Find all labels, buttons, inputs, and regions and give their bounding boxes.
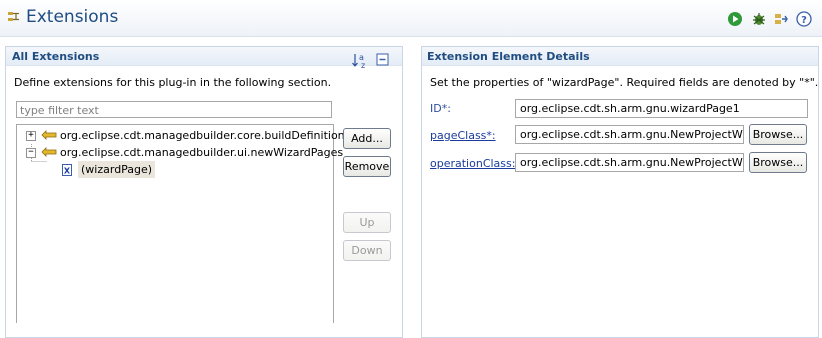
extensions-tree[interactable]: + org.eclipse.cdt.managedbuilder.core.bu… xyxy=(16,124,350,323)
id-label: ID*: xyxy=(430,102,451,115)
left-description: Define extensions for this plug-in in th… xyxy=(14,76,332,89)
run-icon[interactable] xyxy=(727,11,743,27)
filter-input[interactable]: type filter text xyxy=(16,101,332,118)
tree-item-label: org.eclipse.cdt.managedbuilder.ui.newWiz… xyxy=(60,146,344,159)
debug-icon[interactable] xyxy=(751,11,767,27)
element-details-title: Extension Element Details xyxy=(427,50,590,63)
page-class-link[interactable]: pageClass*: xyxy=(430,129,496,142)
tree-item-wizard-page[interactable]: X (wizardPage) xyxy=(17,161,333,178)
remove-button[interactable]: Remove xyxy=(343,156,391,177)
xml-element-icon: X xyxy=(62,164,72,176)
down-button[interactable]: Down xyxy=(343,240,391,261)
editor-header: Extensions ? xyxy=(0,0,822,37)
collapse-all-icon[interactable] xyxy=(376,53,390,67)
help-icon[interactable]: ? xyxy=(796,11,812,27)
plug-in-extension-icon xyxy=(41,147,57,157)
svg-text:?: ? xyxy=(801,15,807,26)
tree-item-build-definitions[interactable]: + org.eclipse.cdt.managedbuilder.core.bu… xyxy=(17,127,350,144)
extensions-icon xyxy=(8,12,19,21)
element-details-section xyxy=(421,46,819,338)
right-description: Set the properties of "wizardPage". Requ… xyxy=(430,76,819,89)
tree-item-new-wizard-pages[interactable]: − org.eclipse.cdt.managedbuilder.ui.newW… xyxy=(17,144,343,161)
plug-in-extension-icon xyxy=(41,130,57,140)
id-field[interactable]: org.eclipse.cdt.sh.arm.gnu.wizardPage1 xyxy=(515,99,808,118)
all-extensions-title: All Extensions xyxy=(12,50,100,63)
svg-text:X: X xyxy=(64,167,71,176)
collapse-toggle[interactable]: − xyxy=(26,148,36,158)
operation-class-browse-button[interactable]: Browse... xyxy=(749,152,807,173)
add-button[interactable]: Add... xyxy=(343,128,391,149)
export-wizard-icon[interactable] xyxy=(773,11,789,27)
expand-toggle[interactable]: + xyxy=(26,131,36,141)
svg-text:z: z xyxy=(361,61,365,69)
page-class-field[interactable]: org.eclipse.cdt.sh.arm.gnu.NewProjectWiz… xyxy=(515,125,744,144)
tree-item-label: org.eclipse.cdt.managedbuilder.core.buil… xyxy=(60,129,351,142)
operation-class-field[interactable]: org.eclipse.cdt.sh.arm.gnu.NewProjectWiz… xyxy=(515,153,744,172)
tree-item-label: (wizardPage) xyxy=(78,161,156,178)
operation-class-link[interactable]: operationClass: xyxy=(430,157,515,170)
sort-alphabetical-icon[interactable]: a z xyxy=(351,52,369,69)
page-title: Extensions xyxy=(26,7,119,27)
page-class-browse-button[interactable]: Browse... xyxy=(749,124,807,145)
up-button[interactable]: Up xyxy=(343,212,391,233)
